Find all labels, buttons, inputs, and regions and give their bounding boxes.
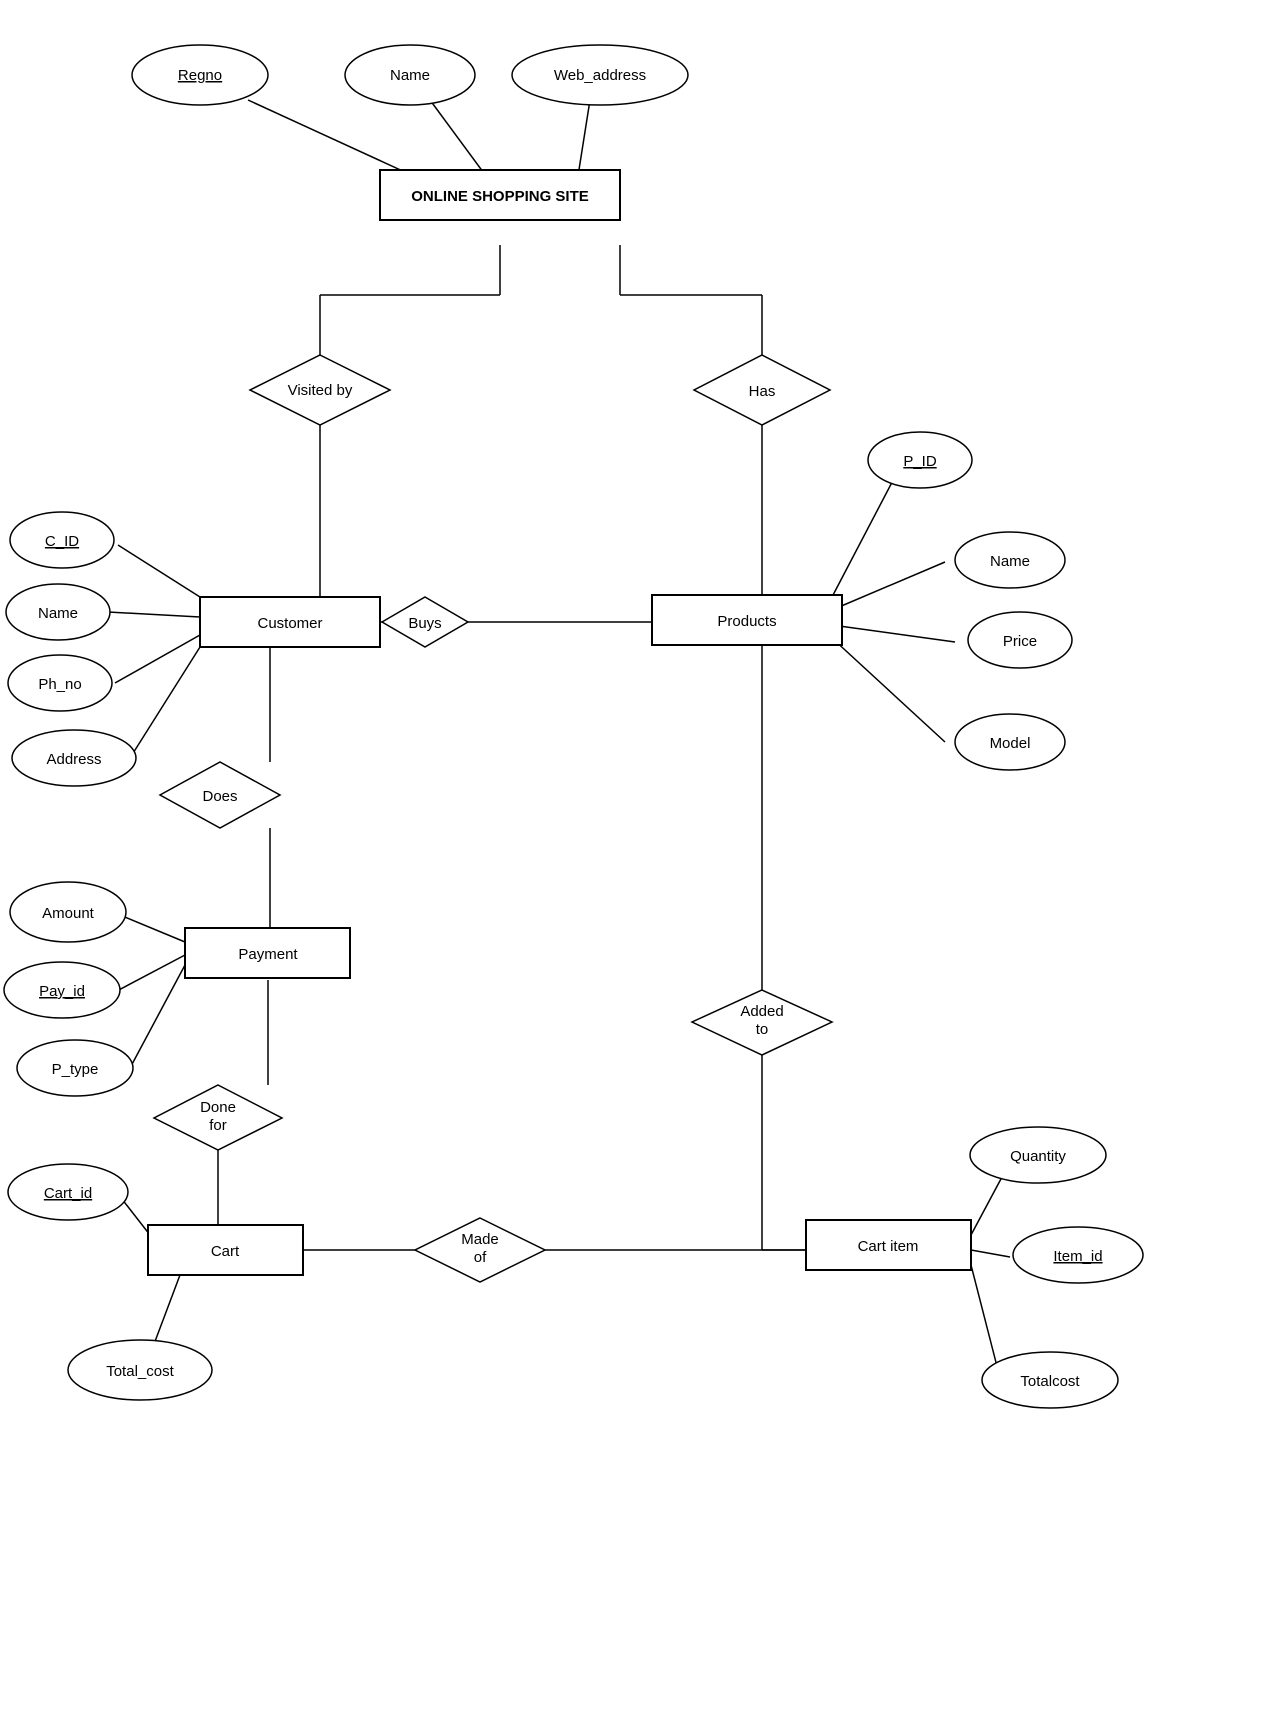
rel-has-label: Has xyxy=(749,383,776,400)
attr-payid-label: Pay_id xyxy=(39,983,85,1000)
attr-name-site-label: Name xyxy=(390,67,430,84)
attr-amount-label: Amount xyxy=(42,905,95,922)
entity-cart-item-label: Cart item xyxy=(858,1238,919,1255)
rel-visited-by-label: Visited by xyxy=(288,382,353,399)
attr-cartid-label: Cart_id xyxy=(44,1185,92,1202)
attr-phno-label: Ph_no xyxy=(38,676,81,693)
entity-payment-label: Payment xyxy=(238,946,298,963)
attr-quantity-label: Quantity xyxy=(1010,1148,1066,1165)
rel-added-to-label: Added xyxy=(740,1003,783,1020)
entity-cart-label: Cart xyxy=(211,1243,240,1260)
attr-cname-label: Name xyxy=(38,605,78,622)
entity-customer-label: Customer xyxy=(257,615,322,632)
attr-model-label: Model xyxy=(990,735,1031,752)
rel-does-label: Does xyxy=(202,788,237,805)
entity-products-label: Products xyxy=(717,613,776,630)
rel-made-of-label: Made xyxy=(461,1231,499,1248)
attr-web-address-label: Web_address xyxy=(554,67,646,84)
attr-price-label: Price xyxy=(1003,633,1037,650)
attr-cid-label: C_ID xyxy=(45,533,79,550)
attr-itemid-label: Item_id xyxy=(1053,1248,1102,1265)
attr-ptype-label: P_type xyxy=(52,1061,99,1078)
rel-done-for-label2: for xyxy=(209,1117,227,1134)
attr-regno-label: Regno xyxy=(178,67,222,84)
rel-done-for-label: Done xyxy=(200,1099,236,1116)
rel-made-of-label2: of xyxy=(474,1249,487,1266)
er-diagram: ONLINE SHOPPING SITE Customer Products P… xyxy=(0,0,1286,1724)
attr-address-label: Address xyxy=(46,751,101,768)
attr-totalcost-cart-label: Total_cost xyxy=(106,1363,174,1380)
entity-online-shopping-label: ONLINE SHOPPING SITE xyxy=(411,188,589,205)
attr-pname-label: Name xyxy=(990,553,1030,570)
attr-pid-label: P_ID xyxy=(903,453,937,470)
rel-buys-label: Buys xyxy=(408,615,441,632)
attr-totalcost-item-label: Totalcost xyxy=(1020,1373,1080,1390)
rel-added-to-label2: to xyxy=(756,1021,769,1038)
